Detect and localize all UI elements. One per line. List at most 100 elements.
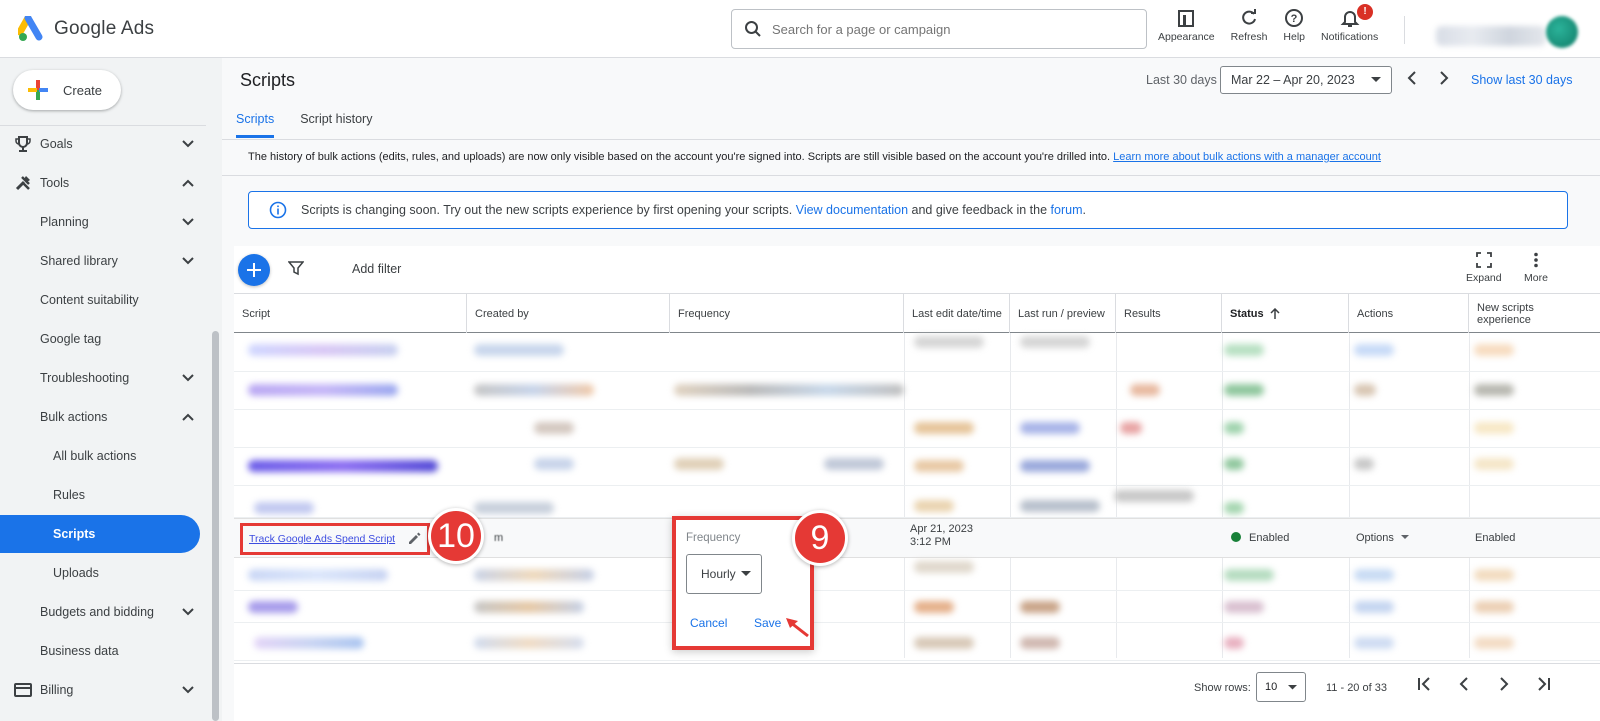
- table-row-redacted[interactable]: [234, 591, 1600, 623]
- column-header-created-by[interactable]: Created by: [467, 294, 670, 333]
- sidebar-item-google-tag[interactable]: Google tag: [0, 320, 200, 358]
- plus-icon: [28, 80, 48, 100]
- sidebar-item-all-bulk-actions[interactable]: All bulk actions: [0, 437, 200, 475]
- create-button[interactable]: Create: [13, 70, 121, 110]
- google-ads-logo[interactable]: Google Ads: [18, 16, 154, 42]
- learn-more-link[interactable]: Learn more about bulk actions with a man…: [1113, 151, 1381, 163]
- rows-per-page-value: 10: [1265, 681, 1278, 693]
- options-dropdown[interactable]: Options: [1356, 532, 1409, 544]
- sidebar-item-label: Shared library: [40, 254, 118, 268]
- sidebar-item-tools[interactable]: Tools: [0, 164, 200, 202]
- sidebar-item-business-data[interactable]: Business data: [0, 632, 200, 670]
- app-name: Google Ads: [54, 18, 155, 39]
- avatar[interactable]: [1546, 16, 1578, 48]
- cancel-button[interactable]: Cancel: [690, 616, 727, 630]
- sidebar-item-goals[interactable]: Goals: [0, 125, 200, 163]
- table-row-redacted[interactable]: [234, 623, 1600, 661]
- more-button[interactable]: More: [1524, 252, 1548, 284]
- sidebar-item-content-suitability[interactable]: Content suitability: [0, 281, 200, 319]
- history-note-text: The history of bulk actions (edits, rule…: [248, 151, 1111, 163]
- help-button[interactable]: ? Help: [1275, 8, 1313, 43]
- column-header-frequency[interactable]: Frequency: [670, 294, 904, 333]
- column-header-last-edit[interactable]: Last edit date/time: [904, 294, 1010, 333]
- last-edit-cell: Apr 21, 2023 3:12 PM: [910, 523, 973, 549]
- rows-per-page-select[interactable]: 10: [1256, 672, 1306, 702]
- next-period-button[interactable]: [1438, 70, 1450, 91]
- last-page-button[interactable]: [1536, 676, 1552, 697]
- column-header-new-scripts-experience[interactable]: New scripts experience: [1469, 294, 1600, 333]
- table-row-redacted[interactable]: [234, 448, 1600, 486]
- frequency-value: Hourly: [701, 567, 736, 581]
- appearance-label: Appearance: [1158, 31, 1215, 43]
- expand-label: Expand: [1466, 272, 1502, 284]
- sidebar-item-planning[interactable]: Planning: [0, 203, 200, 241]
- column-header-status[interactable]: Status: [1222, 294, 1349, 333]
- new-scripts-header-line2: experience: [1477, 313, 1531, 326]
- sidebar-item-shared-library[interactable]: Shared library: [0, 242, 200, 280]
- sidebar-item-bulk-actions[interactable]: Bulk actions: [0, 398, 200, 436]
- account-name-redacted[interactable]: [1436, 26, 1546, 46]
- arrow-up-icon: [1270, 307, 1280, 319]
- sidebar-scrollbar[interactable]: [212, 331, 219, 721]
- sidebar-item-label: Rules: [53, 488, 85, 502]
- sidebar: Create Goals Tools Planning Shared libra…: [0, 58, 222, 721]
- pencil-icon[interactable]: [407, 532, 421, 546]
- previous-page-button[interactable]: [1456, 676, 1472, 697]
- date-range-label: Last 30 days: [1146, 73, 1217, 87]
- search-icon: [745, 21, 761, 37]
- column-header-results[interactable]: Results: [1116, 294, 1222, 333]
- sidebar-item-troubleshooting[interactable]: Troubleshooting: [0, 359, 200, 397]
- add-filter-button[interactable]: Add filter: [352, 262, 401, 276]
- chevron-right-icon: [1500, 677, 1509, 691]
- date-range-value: Mar 22 – Apr 20, 2023: [1231, 73, 1355, 87]
- refresh-button[interactable]: Refresh: [1223, 8, 1276, 43]
- chevron-down-icon: [176, 374, 200, 382]
- sidebar-item-label: All bulk actions: [53, 449, 137, 463]
- forum-link[interactable]: forum: [1051, 203, 1083, 217]
- table-row-redacted[interactable]: [234, 559, 1600, 591]
- script-name-link[interactable]: Track Google Ads Spend Script: [249, 533, 395, 545]
- refresh-icon: [1242, 9, 1257, 25]
- sidebar-item-budgets-and-bidding[interactable]: Budgets and bidding: [0, 593, 200, 631]
- search-box[interactable]: [731, 9, 1147, 49]
- show-last-30-days-link[interactable]: Show last 30 days: [1471, 73, 1572, 87]
- chevron-down-icon: [176, 608, 200, 616]
- sidebar-item-scripts[interactable]: Scripts: [0, 515, 200, 553]
- column-header-actions[interactable]: Actions: [1349, 294, 1469, 333]
- google-ads-logo-icon: [18, 16, 43, 41]
- filter-button[interactable]: [287, 260, 305, 281]
- more-label: More: [1524, 272, 1548, 284]
- help-label: Help: [1283, 31, 1306, 43]
- tab-script-history[interactable]: Script history: [300, 106, 372, 138]
- add-script-button[interactable]: [238, 254, 270, 286]
- expand-button[interactable]: Expand: [1466, 252, 1502, 284]
- view-documentation-link[interactable]: View documentation: [796, 203, 908, 217]
- scripts-table-card: Add filter Expand More Script Created by…: [234, 246, 1600, 721]
- previous-period-button[interactable]: [1406, 70, 1418, 91]
- save-button[interactable]: Save: [754, 616, 781, 630]
- sidebar-item-billing[interactable]: Billing: [0, 671, 200, 709]
- first-page-button[interactable]: [1416, 676, 1432, 697]
- table-row-redacted[interactable]: [234, 372, 1600, 410]
- frequency-select[interactable]: Hourly: [686, 554, 762, 594]
- table-row-redacted[interactable]: [234, 334, 1600, 372]
- tabs-divider: [222, 139, 1600, 140]
- trophy-icon: [15, 136, 31, 152]
- show-rows-label: Show rows:: [1194, 682, 1251, 694]
- search-input[interactable]: [772, 21, 1132, 37]
- notifications-button[interactable]: ! Notifications: [1313, 4, 1386, 43]
- appearance-button[interactable]: Appearance: [1150, 8, 1223, 43]
- sidebar-item-rules[interactable]: Rules: [0, 476, 200, 514]
- tab-bar: Scripts Script history: [236, 106, 372, 138]
- sidebar-item-label: Troubleshooting: [40, 371, 130, 385]
- chevron-right-icon: [1440, 71, 1449, 85]
- column-header-script[interactable]: Script: [234, 294, 467, 333]
- column-header-last-run[interactable]: Last run / preview: [1010, 294, 1116, 333]
- pointer-arrow-icon: [786, 618, 809, 638]
- tab-scripts[interactable]: Scripts: [236, 106, 275, 138]
- table-row-redacted[interactable]: [234, 410, 1600, 448]
- sidebar-item-uploads[interactable]: Uploads: [0, 554, 200, 592]
- next-page-button[interactable]: [1496, 676, 1512, 697]
- date-range-select[interactable]: Mar 22 – Apr 20, 2023: [1220, 66, 1392, 94]
- chevron-left-icon: [1407, 71, 1416, 85]
